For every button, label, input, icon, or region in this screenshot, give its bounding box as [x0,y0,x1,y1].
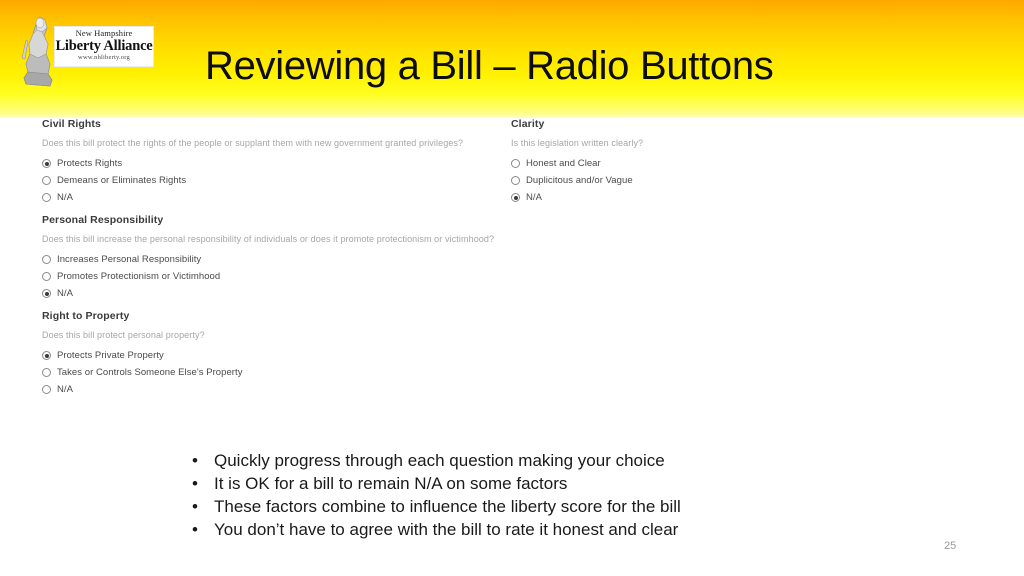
radio-option[interactable]: Increases Personal Responsibility [42,253,522,266]
radio-option-label: Protects Rights [57,158,123,169]
question-prompt: Does this bill protect personal property… [42,330,205,340]
logo-line-website: www.nhliberty.org [78,54,130,61]
bullet-item: • Quickly progress through each question … [190,450,890,473]
radio-unselected-icon[interactable] [42,385,51,394]
bullet-marker-icon: • [192,497,198,516]
radio-selected-icon[interactable] [42,159,51,168]
radio-option-label: Protects Private Property [57,350,164,361]
radio-option[interactable]: Takes or Controls Someone Else's Propert… [42,366,522,379]
form-right-column: Clarity Is this legislation written clear… [511,118,981,214]
radio-option-label: Honest and Clear [526,158,601,169]
radio-unselected-icon[interactable] [42,272,51,281]
form-left-column: Civil Rights Does this bill protect the r… [42,118,522,406]
question-prompt: Does this bill increase the personal res… [42,234,495,244]
radio-option[interactable]: Demeans or Eliminates Rights [42,174,522,187]
radio-option-label: N/A [57,192,73,203]
radio-option-label: N/A [57,384,73,395]
slide-page-number: 25 [944,540,957,552]
bullet-text: You don’t have to agree with the bill to… [214,520,679,539]
bullet-text: It is OK for a bill to remain N/A on som… [214,474,568,493]
radio-selected-icon[interactable] [42,351,51,360]
bullet-text: Quickly progress through each question m… [214,451,665,470]
radio-unselected-icon[interactable] [42,176,51,185]
radio-option[interactable]: Promotes Protectionism or Victimhood [42,270,522,283]
radio-selected-icon[interactable] [42,289,51,298]
question-block: Civil Rights Does this bill protect the r… [42,118,522,204]
bullet-item: • You don’t have to agree with the bill t… [190,519,890,542]
radio-unselected-icon[interactable] [511,176,520,185]
question-prompt: Does this bill protect the rights of the… [42,138,464,148]
logo-line-liberty-alliance: Liberty Alliance [55,37,153,54]
question-prompt: Is this legislation written clearly? [511,138,644,148]
bullet-item: • These factors combine to influence the … [190,496,890,519]
radio-option-label: Increases Personal Responsibility [57,254,202,265]
radio-option-label: Takes or Controls Someone Else's Propert… [57,367,243,378]
question-heading: Personal Responsibility [42,214,164,226]
bill-review-form-panel: Civil Rights Does this bill protect the r… [32,118,1005,428]
bullet-item: • It is OK for a bill to remain N/A on so… [190,473,890,496]
bullet-marker-icon: • [192,474,198,493]
bullet-marker-icon: • [192,451,198,470]
radio-option-label: Promotes Protectionism or Victimhood [57,271,221,282]
question-block: Personal Responsibility Does this bill in… [42,214,522,300]
radio-option[interactable]: N/A [42,191,522,204]
radio-option[interactable]: N/A [511,191,981,204]
radio-option-label: N/A [526,192,542,203]
question-heading: Clarity [511,118,545,130]
question-block: Right to Property Does this bill protect … [42,310,522,396]
radio-option[interactable]: N/A [42,383,522,396]
radio-option-label: N/A [57,288,73,299]
radio-option-label: Demeans or Eliminates Rights [57,175,187,186]
radio-option[interactable]: Honest and Clear [511,157,981,170]
bullet-list: • Quickly progress through each question … [190,450,890,542]
logo-line-new-hampshire: New Hampshire [75,28,133,38]
question-heading: Right to Property [42,310,130,322]
logo-wordmark-plate: New Hampshire Liberty Alliance www.nhlib… [54,26,154,67]
radio-option[interactable]: Duplicitous and/or Vague [511,174,981,187]
radio-unselected-icon[interactable] [42,368,51,377]
question-block: Clarity Is this legislation written clear… [511,118,981,204]
radio-option[interactable]: N/A [42,287,522,300]
radio-unselected-icon[interactable] [42,255,51,264]
radio-unselected-icon[interactable] [42,193,51,202]
radio-option-label: Duplicitous and/or Vague [526,175,633,186]
radio-unselected-icon[interactable] [511,159,520,168]
organization-logo: New Hampshire Liberty Alliance www.nhlib… [14,12,154,88]
question-heading: Civil Rights [42,118,101,130]
radio-option[interactable]: Protects Rights [42,157,522,170]
bullet-text: These factors combine to influence the l… [214,497,681,516]
radio-selected-icon[interactable] [511,193,520,202]
page-title: Reviewing a Bill – Radio Buttons [205,44,774,88]
bullet-marker-icon: • [192,520,198,539]
radio-option[interactable]: Protects Private Property [42,349,522,362]
